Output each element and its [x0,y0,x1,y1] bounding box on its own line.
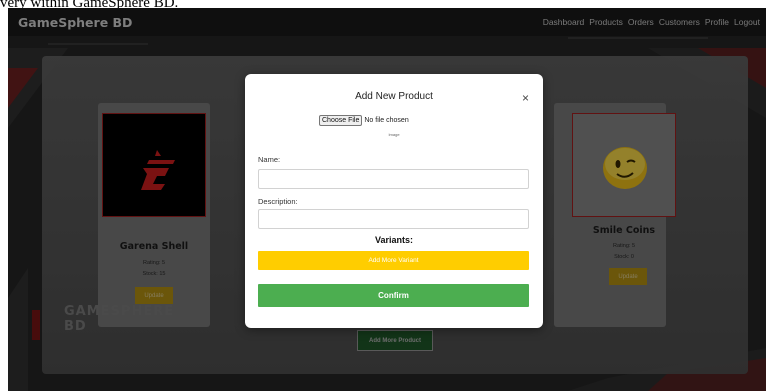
file-caption: Image [388,132,400,137]
variants-title: Variants: [374,235,414,245]
app-window: GameSphere BD Dashboard Products Orders … [8,8,766,391]
add-product-modal: Add New Product × Choose File No file ch… [245,74,543,328]
choose-file-button[interactable]: Choose File [319,115,363,126]
description-field[interactable] [258,209,529,229]
confirm-button[interactable]: Confirm [258,284,529,307]
file-status: No file chosen [364,117,409,124]
modal-title: Add New Product [355,91,433,102]
page-caption: very within GameSphere BD. [0,0,179,8]
name-label: Name: [258,155,281,164]
add-variant-button[interactable]: Add More Variant [258,251,529,270]
file-input[interactable]: Choose File No file chosen [319,115,409,126]
close-icon[interactable]: × [522,92,529,104]
name-field[interactable] [258,169,529,189]
description-label: Description: [258,197,298,206]
